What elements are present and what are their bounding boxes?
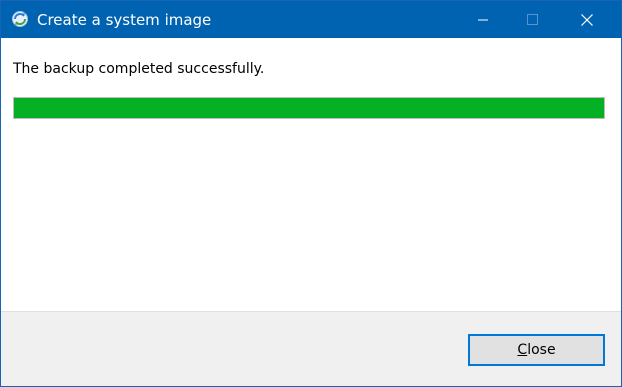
minimize-button[interactable] xyxy=(460,1,506,38)
dialog-content: The backup completed successfully. xyxy=(1,38,621,311)
maximize-button[interactable] xyxy=(509,1,555,38)
dialog-footer: Close xyxy=(1,311,621,386)
close-button-accelerator: C xyxy=(517,342,528,358)
title-bar[interactable]: Create a system image xyxy=(1,1,621,38)
minimize-icon xyxy=(478,15,488,25)
window-title: Create a system image xyxy=(37,11,212,29)
close-icon xyxy=(581,13,593,26)
dialog-window: Create a system image The backup complet… xyxy=(0,0,622,387)
status-message: The backup completed successfully. xyxy=(13,61,265,77)
close-button-label: Close xyxy=(517,342,555,358)
backup-restore-icon xyxy=(11,10,29,28)
close-button-label-rest: lose xyxy=(527,342,556,358)
close-window-button[interactable] xyxy=(564,1,610,38)
close-button[interactable]: Close xyxy=(468,334,605,366)
progress-bar-fill xyxy=(14,98,604,118)
maximize-icon xyxy=(526,14,538,25)
progress-bar xyxy=(13,97,605,119)
